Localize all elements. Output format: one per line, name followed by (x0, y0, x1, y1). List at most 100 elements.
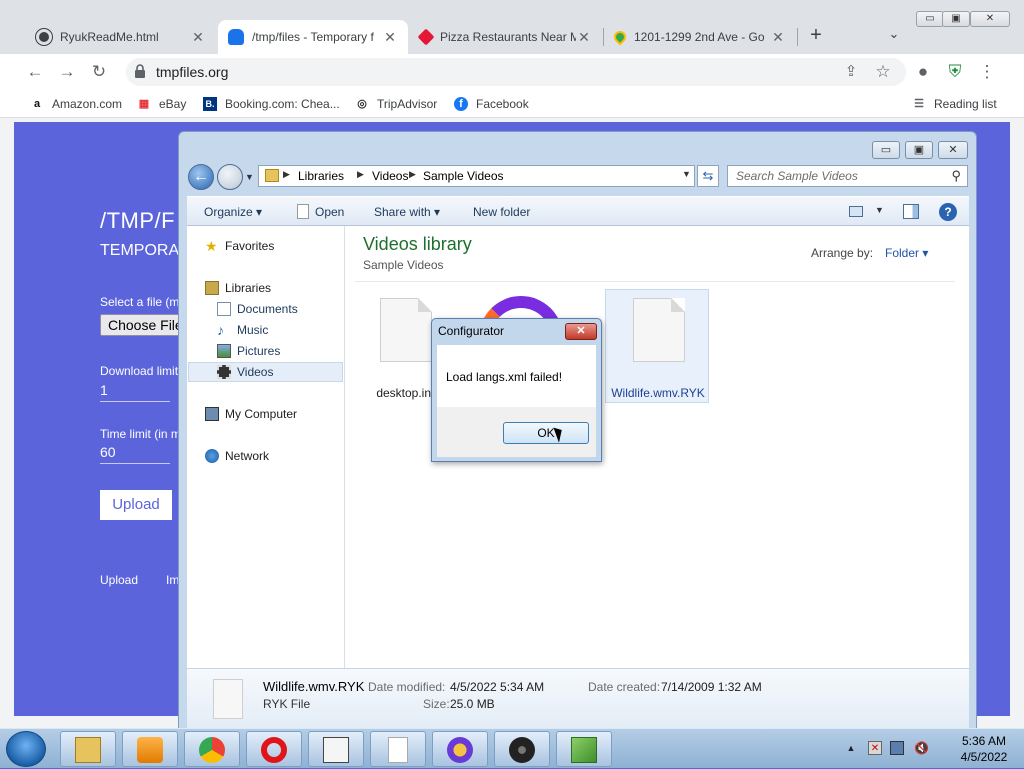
nav-pictures[interactable]: Pictures (217, 341, 280, 361)
close-button[interactable]: ✕ (970, 11, 1010, 27)
tab-close-icon[interactable]: ✕ (576, 29, 592, 46)
tab-title: /tmp/files - Temporary f (252, 30, 374, 44)
document-icon (380, 298, 432, 362)
notepad-icon (571, 737, 597, 763)
bookmark-tripadvisor[interactable]: ◎ TripAdvisor (355, 95, 437, 113)
forward-arrow-icon[interactable]: → (56, 62, 78, 82)
bookmark-facebook[interactable]: f Facebook (454, 95, 529, 113)
help-icon[interactable]: ? (939, 203, 957, 221)
footer-link-upload[interactable]: Upload (100, 573, 138, 587)
nav-label: Documents (237, 302, 298, 316)
action-center-icon[interactable]: ✕ (868, 741, 882, 755)
dialog-close-button[interactable]: ✕ (565, 323, 597, 340)
time-limit-input[interactable]: 60 (100, 440, 170, 464)
dialog-title: Configurator (438, 324, 505, 338)
network-tray-icon[interactable] (890, 741, 904, 755)
explorer-maximize-button[interactable]: ▣ (905, 141, 933, 159)
library-title: Videos library (363, 234, 472, 254)
show-hidden-icons-icon[interactable]: ▲ (844, 741, 858, 755)
bookmark-amazon[interactable]: a Amazon.com (30, 95, 122, 113)
search-icon[interactable]: ⚲ (951, 168, 961, 184)
nav-documents[interactable]: Documents (217, 299, 298, 319)
preview-pane-icon[interactable] (903, 204, 919, 219)
upload-button[interactable]: Upload (100, 490, 172, 520)
open-button[interactable]: Open (315, 205, 344, 219)
tab-tmpfiles[interactable]: /tmp/files - Temporary f ✕ (218, 20, 408, 54)
clock-date: 4/5/2022 (960, 750, 1008, 764)
star-icon[interactable]: ☆ (872, 62, 894, 82)
taskbar-vpn[interactable] (432, 731, 488, 767)
nav-my-computer[interactable]: My Computer (205, 404, 297, 424)
tab-close-icon[interactable]: ✕ (770, 29, 786, 46)
bookmark-ebay[interactable]: ▦ eBay (137, 95, 187, 113)
taskbar-explorer[interactable] (60, 731, 116, 767)
back-arrow-icon[interactable]: ← (24, 62, 46, 82)
amazon-icon: a (33, 98, 41, 110)
page-title: /TMP/F (100, 208, 176, 233)
file-item-wildlife-ryk[interactable]: Wildlife.wmv.RYK (605, 289, 709, 403)
reload-icon[interactable]: ↻ (88, 62, 110, 82)
breadcrumb-sample-videos[interactable]: Sample Videos (423, 169, 504, 183)
documents-icon (217, 302, 231, 316)
start-button[interactable] (6, 731, 46, 767)
nav-network[interactable]: Network (205, 446, 269, 466)
taskbar-speaker-app[interactable] (494, 731, 550, 767)
tab-close-icon[interactable]: ✕ (190, 29, 206, 46)
dropdown-icon[interactable]: ▼ (682, 169, 691, 179)
nav-libraries[interactable]: Libraries (205, 278, 271, 298)
map-pin-icon (611, 28, 629, 46)
tab-close-icon[interactable]: ✕ (382, 29, 398, 46)
new-folder-button[interactable]: New folder (473, 205, 530, 219)
taskbar-chrome[interactable] (184, 731, 240, 767)
new-tab-button[interactable]: + (806, 25, 826, 46)
volume-muted-icon[interactable]: 🔇 (914, 741, 929, 755)
breadcrumb-videos[interactable]: Videos (372, 169, 408, 183)
bookmark-booking[interactable]: B. Booking.com: Chea... (203, 95, 340, 113)
dominos-icon (417, 28, 435, 46)
choose-file-button[interactable]: Choose File (100, 314, 190, 336)
recent-pages-icon[interactable]: ▼ (245, 172, 254, 182)
reading-list-button[interactable]: ☰ Reading list (912, 95, 997, 113)
explorer-minimize-button[interactable]: ▭ (872, 141, 900, 159)
share-icon[interactable]: ⇪ (840, 62, 862, 82)
share-with-button[interactable]: Share with ▾ (374, 205, 440, 219)
organize-button[interactable]: Organize ▾ (204, 205, 262, 219)
tab-google-maps[interactable]: 1201-1299 2nd Ave - Go ✕ (604, 20, 796, 54)
details-filetype: RYK File (263, 697, 311, 711)
tab-ryuk-readme[interactable]: RyukReadMe.html ✕ (26, 20, 216, 54)
forward-icon[interactable] (217, 164, 243, 190)
maximize-button[interactable]: ▣ (942, 11, 970, 27)
size-value: 25.0 MB (450, 697, 495, 711)
size-label: Size: (423, 697, 450, 711)
tab-search-button[interactable]: ⌄ (884, 26, 904, 46)
menu-icon[interactable]: ⋮ (976, 62, 998, 82)
extension-shield-icon[interactable]: ⛨ (944, 62, 966, 82)
ok-button[interactable]: OK (503, 422, 589, 444)
folder-icon (265, 169, 279, 182)
nav-favorites[interactable]: ★ Favorites (205, 236, 274, 256)
address-bar[interactable]: tmpfiles.org (126, 58, 906, 86)
breadcrumb-libraries[interactable]: Libraries (298, 169, 344, 183)
taskbar-media-player[interactable] (122, 731, 178, 767)
download-limit-input[interactable]: 1 (100, 378, 170, 402)
chevron-right-icon: ▶ (283, 169, 290, 179)
taskbar-document[interactable] (370, 731, 426, 767)
view-options-icon[interactable] (849, 206, 863, 217)
refresh-icon[interactable]: ⇆ (697, 165, 719, 187)
nav-music[interactable]: ♪ Music (217, 320, 268, 340)
taskbar-notepad[interactable] (556, 731, 612, 767)
minimize-button[interactable]: ▭ (916, 11, 944, 27)
clock[interactable]: 5:36 AM 4/5/2022 (954, 733, 1014, 765)
search-input[interactable]: Search Sample Videos ⚲ (727, 165, 968, 187)
explorer-close-button[interactable]: ✕ (938, 141, 968, 159)
arrange-by-dropdown[interactable]: Folder ▾ (885, 246, 928, 260)
pictures-icon (217, 344, 231, 358)
profile-icon[interactable]: ● (912, 62, 934, 82)
view-dropdown-icon[interactable]: ▼ (875, 205, 884, 215)
back-icon[interactable]: ← (188, 164, 214, 190)
tab-pizza-restaurants[interactable]: Pizza Restaurants Near M ✕ (410, 20, 602, 54)
explorer-address-bar[interactable]: ▶ Libraries ▶ Videos ▶ Sample Videos ▼ (258, 165, 695, 187)
nav-videos[interactable]: Videos (188, 362, 343, 382)
taskbar-calculator[interactable] (308, 731, 364, 767)
taskbar-opera[interactable] (246, 731, 302, 767)
